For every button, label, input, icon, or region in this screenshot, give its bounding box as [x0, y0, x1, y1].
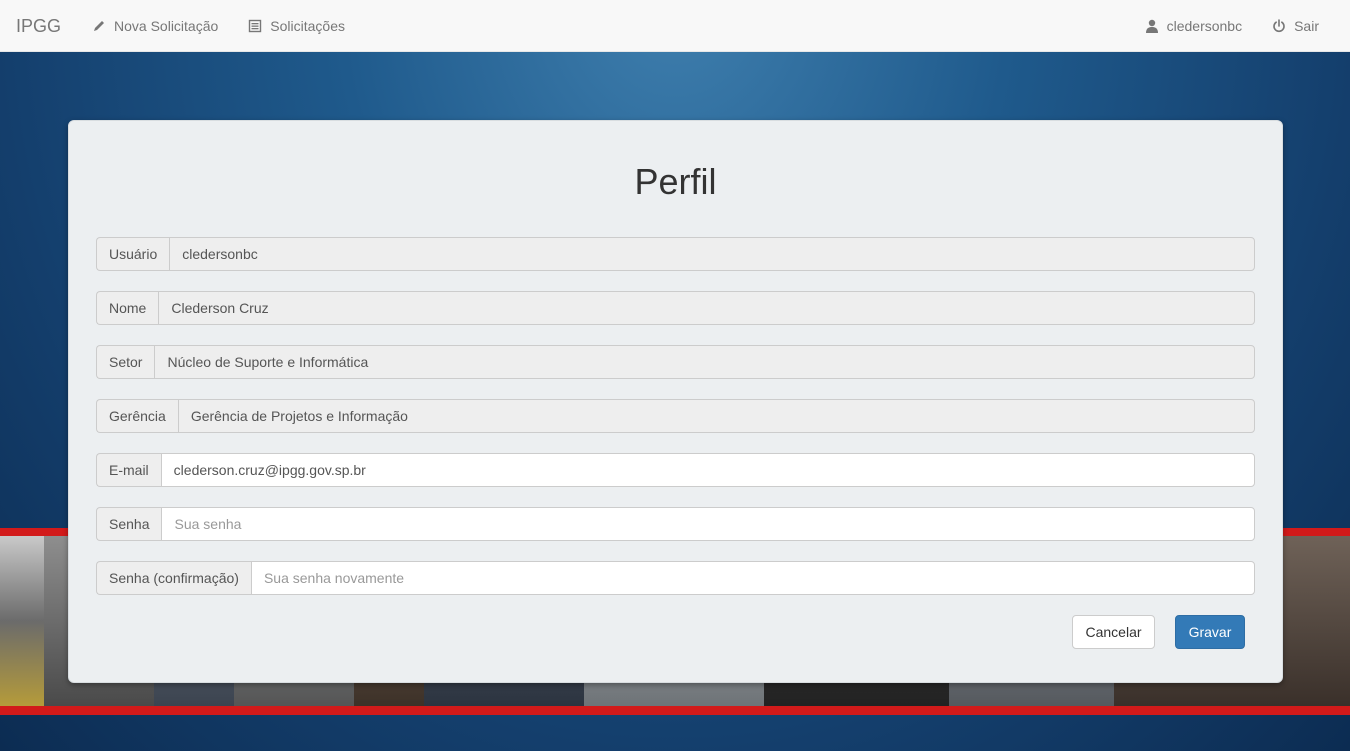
field-setor: Setor	[96, 345, 1255, 379]
usuario-input	[169, 237, 1255, 271]
page-title: Perfil	[634, 161, 717, 202]
senha-confirmacao-label: Senha (confirmação)	[96, 561, 251, 595]
field-email: E-mail	[96, 453, 1255, 487]
nome-label: Nome	[96, 291, 159, 325]
power-icon	[1273, 18, 1285, 32]
email-input[interactable]	[160, 453, 1255, 487]
password-input[interactable]	[161, 507, 1255, 541]
cancel-button[interactable]: Cancelar	[1072, 615, 1155, 649]
nav-nova-solicitacao[interactable]: Nova Solicitação	[77, 1, 233, 51]
senha-label: Senha	[96, 507, 162, 541]
email-label: E-mail	[96, 453, 161, 487]
nome-input	[158, 291, 1255, 325]
brand-link[interactable]: IPGG	[0, 1, 77, 51]
pencil-icon	[94, 20, 105, 31]
list-icon	[249, 19, 262, 32]
nav-solicitacoes-label: Solicitações	[270, 17, 345, 34]
setor-input	[154, 345, 1255, 379]
nav-logout-label: Sair	[1294, 17, 1319, 34]
top-navbar: IPGG Nova Solicitação Solicitações clede…	[0, 0, 1350, 52]
password-confirm-input[interactable]	[250, 561, 1255, 595]
nav-user[interactable]: cledersonbc	[1130, 1, 1258, 51]
gerencia-input	[177, 399, 1255, 433]
field-usuario: Usuário	[96, 237, 1255, 271]
nav-logout[interactable]: Sair	[1257, 1, 1334, 51]
user-icon	[1145, 19, 1158, 33]
nav-nova-solicitacao-label: Nova Solicitação	[114, 17, 219, 34]
nav-solicitacoes[interactable]: Solicitações	[233, 1, 360, 51]
field-senha-confirmacao: Senha (confirmação)	[96, 561, 1255, 595]
setor-label: Setor	[96, 345, 155, 379]
save-button[interactable]: Gravar	[1175, 615, 1245, 649]
field-nome: Nome	[96, 291, 1255, 325]
field-gerencia: Gerência	[96, 399, 1255, 433]
nav-user-label: cledersonbc	[1166, 17, 1243, 34]
profile-panel: Perfil Usuário Nome Setor Gerência E-mai…	[68, 120, 1283, 683]
usuario-label: Usuário	[96, 237, 170, 271]
gerencia-label: Gerência	[96, 399, 178, 433]
field-senha: Senha	[96, 507, 1255, 541]
